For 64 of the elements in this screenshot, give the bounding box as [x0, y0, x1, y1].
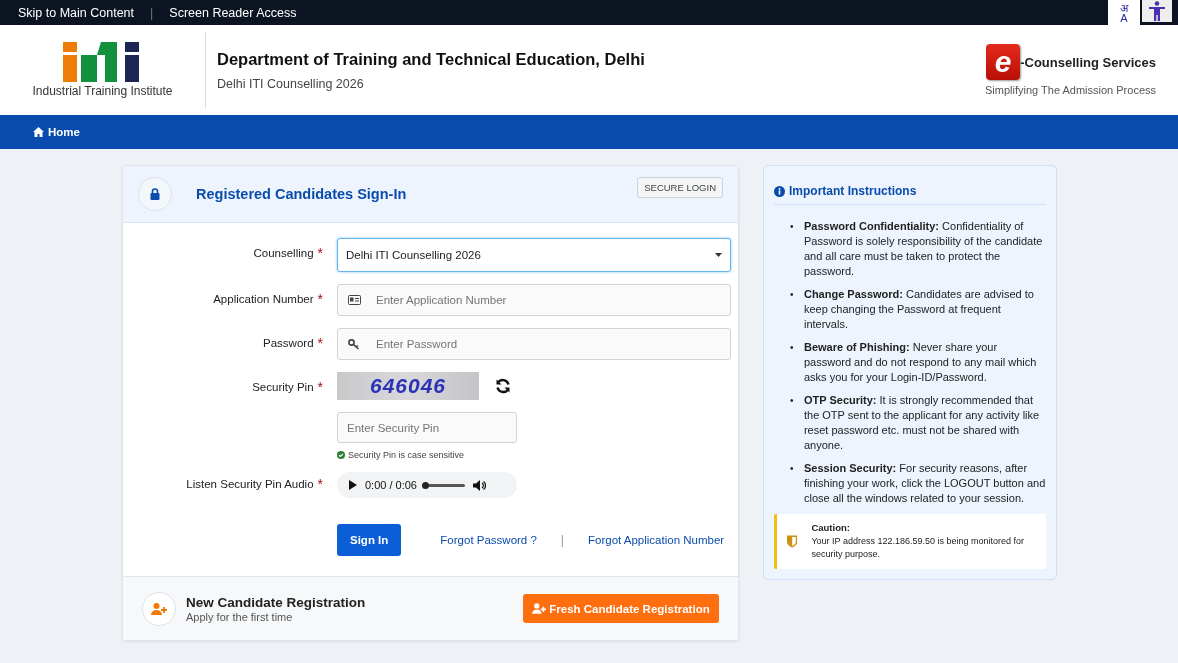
language-toggle[interactable]: अ A [1108, 0, 1140, 25]
refresh-icon[interactable] [495, 378, 511, 394]
secure-login-badge: SECURE LOGIN [637, 177, 723, 198]
brand-name: -Counselling Services [1020, 54, 1156, 70]
lock-icon [150, 188, 160, 200]
required-mark: * [317, 293, 323, 305]
counselling-dropdown[interactable]: Delhi ITI Counselling 2026 [337, 238, 731, 272]
field-label: Listen Security Pin Audio [186, 478, 314, 490]
field-label: Counselling [253, 247, 314, 259]
instruction-item: Change Password: Candidates are advised to keep changing the Password at frequent intervals. [803, 287, 1035, 332]
required-mark: * [317, 337, 323, 349]
progress-thumb[interactable] [422, 481, 429, 489]
check-circle-icon [337, 451, 345, 459]
brand-logo: e [986, 44, 1021, 80]
bullet: • [790, 462, 795, 476]
skip-link[interactable]: Skip to Main Content [18, 5, 135, 20]
application-number-field[interactable]: Enter Application Number [337, 284, 731, 316]
instruction-item: Password Confidentiality: Confidentiality of Password is solely responsibility of the candidate and all care must be taken to protect the password. [803, 219, 1044, 279]
home-icon [33, 127, 44, 137]
bullet: • [790, 394, 795, 408]
hint-text: Security Pin is case sensitive [348, 450, 465, 460]
instruction-item: OTP Security: It is strongly recommended that the OTP sent to the applicant for any activity like reset password etc. must not be shared with anyone. [803, 393, 1041, 453]
logo-caption: Industrial Training Institute [32, 84, 173, 98]
audio-player[interactable]: 0:00 / 0:06 [337, 472, 517, 498]
field-label: Security Pin [252, 381, 314, 393]
separator: | [150, 5, 154, 20]
audio-progress-bar[interactable] [425, 483, 465, 487]
department-title: Department of Training and Technical Education, Delhi [217, 49, 645, 69]
play-icon[interactable] [349, 480, 357, 490]
sign-in-button[interactable]: Sign In [337, 524, 402, 556]
user-plus-icon [151, 602, 167, 615]
brand-tagline: Simplifying The Admission Process [985, 84, 1156, 96]
instruction-item: Session Security: For security reasons, after finishing your work, click the LOGOUT button and close all the windows related to your session. [803, 461, 1046, 506]
bullet: • [790, 341, 795, 355]
audio-time: 0:00 / 0:06 [365, 479, 417, 491]
required-mark: * [317, 247, 323, 259]
home-link[interactable]: Home [33, 126, 80, 138]
captcha-image: 646046 [337, 372, 479, 400]
screen-reader-link[interactable]: Screen Reader Access [169, 5, 297, 20]
forgot-password-link[interactable]: Forgot Password ? [440, 534, 537, 546]
caution-title: Caution: [811, 522, 851, 533]
instruction-item: Beware of Phishing: Never share your password and do not respond to any mail which asks you for your Login-ID/Password. [803, 340, 1038, 385]
registration-title: New Candidate Registration [186, 594, 366, 610]
caret-icon [715, 253, 722, 257]
bullet: • [790, 288, 795, 302]
instructions-title: Important Instructions [789, 184, 917, 198]
volume-icon[interactable] [473, 479, 486, 491]
field-label: Password [263, 337, 314, 349]
field-label: Application Number [213, 293, 314, 305]
shield-icon [787, 534, 798, 549]
required-mark: * [317, 478, 323, 490]
counselling-subtitle: Delhi ITI Counselling 2026 [217, 76, 365, 91]
required-mark: * [317, 381, 323, 393]
info-icon [774, 185, 785, 197]
caution-text: Your IP address 122.186.59.50 is being monitored for security purpose. [811, 535, 1026, 561]
password-field[interactable]: Enter Password [337, 328, 731, 360]
registration-subtitle: Apply for the first time [186, 610, 294, 623]
user-plus-icon [532, 603, 547, 614]
forgot-application-number-link[interactable]: Forgot Application Number [588, 534, 725, 546]
separator: | [560, 533, 564, 547]
card-title: Registered Candidates Sign-In [196, 186, 407, 202]
accessibility-icon[interactable] [1142, 0, 1172, 22]
security-pin-field[interactable]: Enter Security Pin [337, 412, 517, 443]
bullet: • [790, 220, 795, 234]
